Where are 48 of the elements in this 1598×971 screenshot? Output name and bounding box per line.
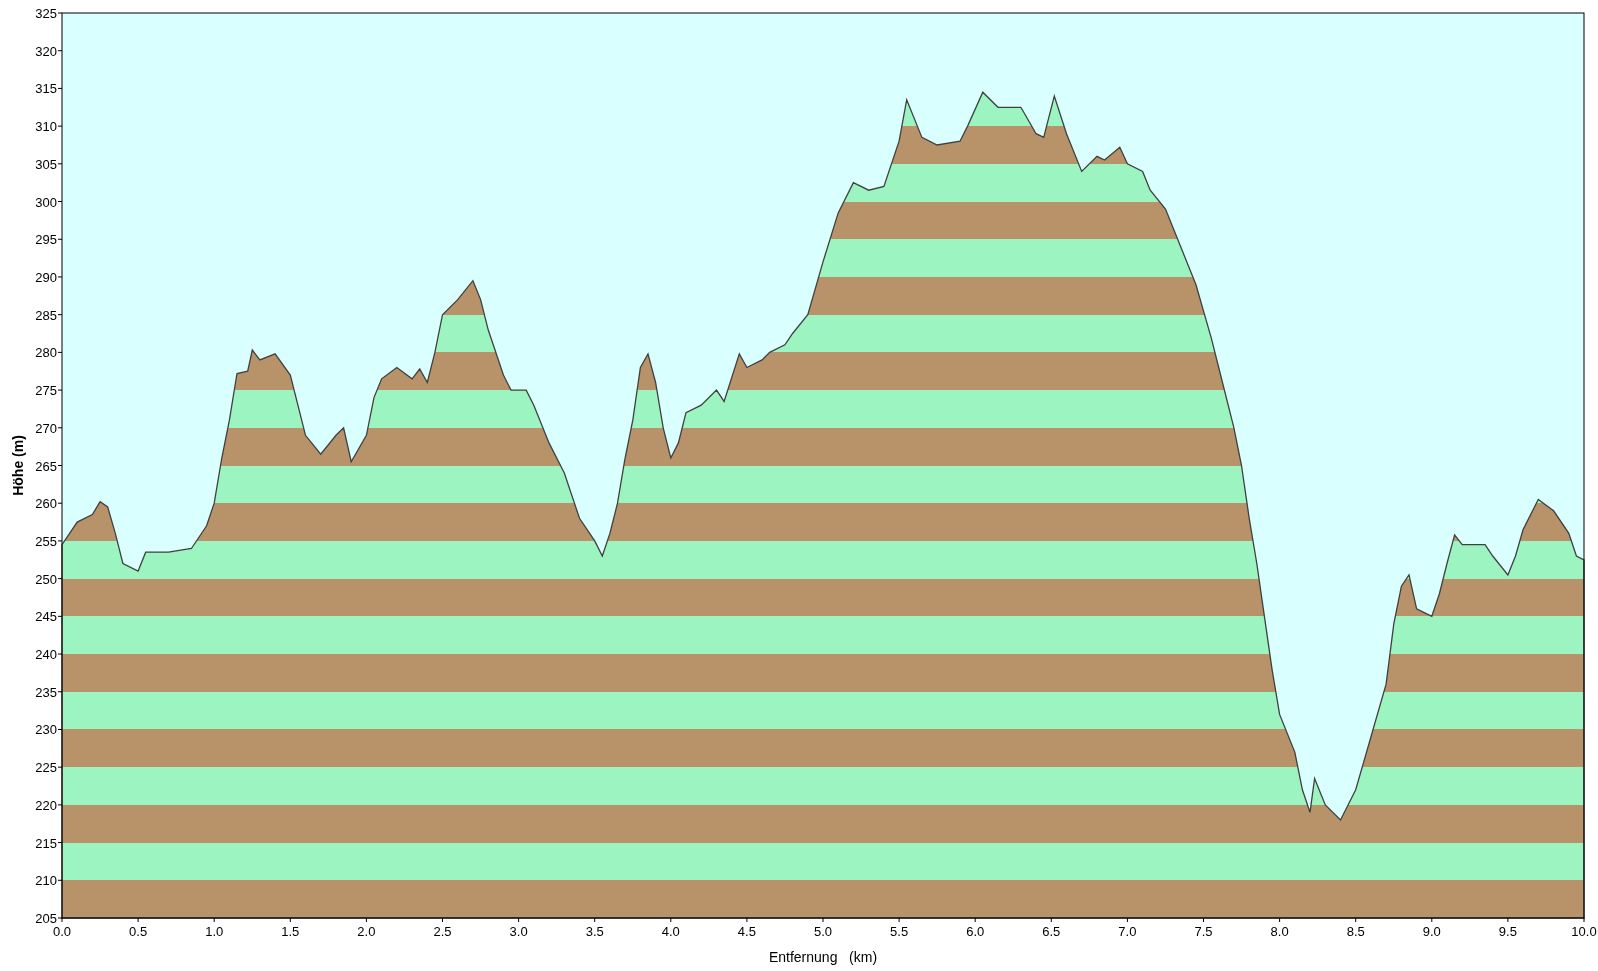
x-tick-label: 6.5 (1042, 924, 1061, 939)
x-tick-label: 3.5 (585, 924, 604, 939)
x-tick-label: 6.0 (966, 924, 985, 939)
x-tick-label: 5.0 (813, 924, 833, 939)
y-tick-label: 295 (35, 232, 57, 248)
y-tick-label: 325 (35, 6, 57, 21)
x-tick-label: 0.0 (52, 924, 72, 939)
y-tick-label: 225 (35, 760, 57, 776)
y-axis-title: Höhe (m) (10, 435, 26, 496)
y-tick-label: 280 (35, 345, 57, 361)
y-tick-label: 290 (35, 269, 57, 285)
x-tick-label: 9.5 (1498, 924, 1517, 939)
x-tick-label: 10.0 (1571, 924, 1597, 939)
x-tick-label: 0.5 (129, 924, 148, 939)
y-tick-label: 285 (35, 307, 57, 323)
x-tick-label: 8.0 (1270, 924, 1289, 939)
y-tick-label: 240 (35, 647, 57, 663)
x-tick-label: 7.0 (1118, 924, 1137, 939)
y-tick-label: 310 (35, 119, 57, 135)
x-axis-title: Entfernung (km) (768, 949, 878, 965)
y-tick-label: 205 (35, 911, 57, 926)
y-tick-label: 245 (35, 609, 57, 625)
y-tick-label: 255 (35, 533, 57, 549)
x-tick-label: 9.0 (1422, 924, 1441, 939)
x-tick-label: 4.5 (737, 924, 756, 939)
y-tick-label: 300 (35, 194, 57, 210)
y-tick-label: 220 (35, 797, 57, 813)
x-tick-label: 2.5 (433, 924, 452, 939)
y-tick-label: 265 (35, 458, 57, 474)
x-tick-label: 3.0 (509, 924, 528, 939)
y-tick-label: 210 (35, 873, 57, 889)
y-tick-label: 260 (35, 496, 57, 512)
y-tick-label: 215 (35, 835, 57, 851)
x-tick-label: 1.5 (281, 924, 300, 939)
y-tick-label: 250 (35, 571, 57, 587)
y-tick-label: 235 (35, 684, 57, 700)
y-tick-label: 230 (35, 722, 57, 738)
x-tick-label: 2.0 (357, 924, 376, 939)
x-tick-label: 7.5 (1194, 924, 1213, 939)
x-tick-label: 5.5 (890, 924, 909, 939)
y-tick-label: 315 (35, 81, 57, 97)
y-tick-label: 275 (35, 383, 57, 399)
y-tick-label: 320 (35, 43, 57, 59)
x-tick-label: 8.5 (1346, 924, 1365, 939)
x-tick-label: 4.0 (661, 924, 680, 939)
x-tick-label: 1.0 (205, 924, 224, 939)
y-tick-label: 305 (35, 156, 57, 172)
y-tick-label: 270 (35, 420, 57, 436)
